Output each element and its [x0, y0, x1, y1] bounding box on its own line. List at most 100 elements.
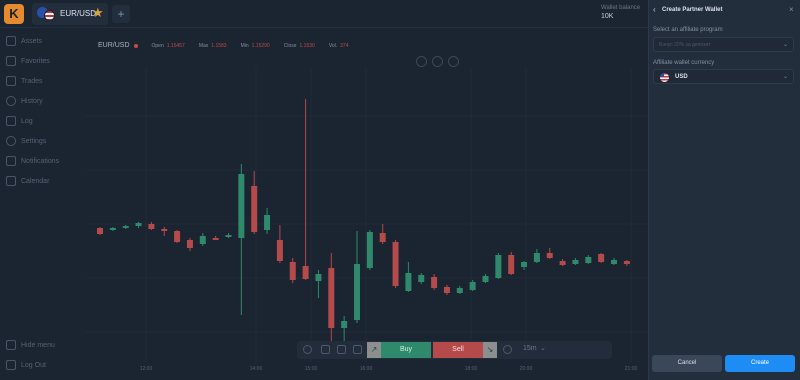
candle-body	[148, 224, 155, 229]
candle-body	[199, 236, 206, 244]
top-bar: K EUR/USD ★ + Wallet balance 10K	[0, 0, 648, 28]
star-icon[interactable]: ★	[92, 5, 104, 21]
candle-body	[508, 255, 515, 274]
sidebar-item-label: Calendar	[21, 177, 50, 185]
live-dot-icon	[133, 43, 138, 48]
affiliate-program-label: Select an affiliate program	[653, 27, 723, 33]
panel-title: Create Partner Wallet	[662, 7, 723, 13]
sidebar-item-label: Log	[21, 117, 33, 125]
candle-body	[611, 260, 617, 264]
buy-arrow-icon[interactable]: ↗	[367, 342, 381, 358]
sell-button[interactable]: Sell	[433, 342, 483, 358]
x-tick-label: 20:00	[520, 366, 533, 372]
chevron-down-icon: ⌄	[783, 42, 789, 48]
timeframe-select[interactable]: 15m	[523, 345, 537, 352]
sidebar-item-settings[interactable]: Settings	[6, 134, 82, 148]
candle-body	[418, 275, 425, 282]
candle-body	[186, 240, 193, 248]
candle-body	[379, 233, 386, 242]
sidebar: Assets Favorites Trades History Log Sett…	[0, 28, 86, 380]
candle-body	[264, 215, 271, 230]
cancel-button[interactable]: Cancel	[652, 355, 722, 372]
sell-arrow-icon[interactable]: ↘	[483, 342, 497, 358]
panel-header: ‹ Create Partner Wallet ×	[649, 0, 800, 20]
sidebar-item-history[interactable]: History	[6, 94, 82, 108]
calendar-icon	[6, 176, 16, 186]
candle-body	[225, 235, 232, 237]
candle-body	[276, 240, 283, 261]
candle-body	[289, 262, 296, 280]
candle-body	[598, 254, 605, 262]
zoom-reset-icon[interactable]	[432, 56, 443, 67]
candle-body	[97, 228, 103, 234]
chart-type-icon[interactable]	[353, 345, 362, 354]
chart-area[interactable]: 12:00 14:00 15:00 16:00 18:00 20:00 21:00 EUR/…	[86, 28, 648, 380]
draw-icon[interactable]	[337, 345, 346, 354]
create-button[interactable]: Create	[725, 355, 795, 372]
assets-icon	[6, 36, 16, 46]
settings-icon	[6, 136, 16, 146]
candle-body	[495, 255, 502, 278]
candle-body	[122, 226, 129, 228]
chart-pair-label: EUR/USD	[98, 42, 130, 49]
candlestick-chart[interactable]: 12:00 14:00 15:00 16:00 18:00 20:00 21:00	[86, 28, 648, 380]
sidebar-item-trades[interactable]: Trades	[6, 74, 82, 88]
candle-body	[521, 262, 528, 267]
max-value: 1.1583	[211, 42, 227, 49]
x-tick-label: 14:00	[250, 366, 263, 372]
candle-body	[392, 242, 399, 286]
close-key: Close	[283, 42, 297, 49]
sidebar-item-label: Favorites	[21, 57, 50, 65]
logo[interactable]: K	[4, 4, 24, 24]
open-value: 1.15457	[166, 42, 185, 49]
logout-button[interactable]: Log Out	[6, 358, 82, 372]
candle-body	[366, 232, 373, 268]
wallet-balance-value[interactable]: 10K	[601, 13, 613, 20]
vol-value: 374	[340, 42, 349, 49]
hide-menu-button[interactable]: Hide menu	[6, 338, 82, 352]
sidebar-item-notifications[interactable]: Notifications	[6, 154, 82, 168]
eur-usd-flag-icon	[37, 7, 55, 21]
candle-body	[135, 223, 142, 226]
buy-button[interactable]: Buy	[381, 342, 431, 358]
asset-tab-label: EUR/USD	[60, 9, 97, 18]
affiliate-program-select[interactable]: Бонус 20% за депозит ⌄	[653, 37, 794, 52]
x-tick-label: 21:00	[625, 366, 638, 372]
currency-value: USD	[675, 74, 688, 80]
chart-ohlc-header: EUR/USD Open 1.15457 Max 1.1583 Min 1.15…	[98, 42, 363, 49]
logout-label: Log Out	[21, 361, 46, 369]
currency-select[interactable]: USD ⌄	[653, 69, 794, 84]
candle-body	[623, 261, 630, 264]
add-tab-button[interactable]: +	[112, 5, 130, 23]
sidebar-item-assets[interactable]: Assets	[6, 34, 82, 48]
close-icon[interactable]: ×	[789, 5, 794, 14]
usd-flag-icon	[660, 73, 669, 82]
sidebar-item-favorites[interactable]: Favorites	[6, 54, 82, 68]
x-tick-label: 16:00	[360, 366, 373, 372]
candle-body	[533, 253, 540, 262]
x-tick-label: 18:00	[465, 366, 478, 372]
favorites-icon	[6, 56, 16, 66]
min-value: 1.15290	[251, 42, 270, 49]
sidebar-item-log[interactable]: Log	[6, 114, 82, 128]
indicators-icon[interactable]	[321, 345, 330, 354]
candle-body	[443, 287, 450, 293]
zoom-in-icon[interactable]	[448, 56, 459, 67]
open-key: Open	[151, 42, 164, 49]
sidebar-item-label: Assets	[21, 37, 43, 45]
crosshair-icon[interactable]	[303, 345, 312, 354]
chevron-down-icon[interactable]: ⌄	[540, 344, 546, 352]
sidebar-item-label: History	[21, 97, 43, 105]
back-icon[interactable]: ‹	[653, 5, 656, 14]
chevron-down-icon: ⌄	[783, 74, 789, 80]
sidebar-item-calendar[interactable]: Calendar	[6, 174, 82, 188]
zoom-out-icon[interactable]	[416, 56, 427, 67]
trade-toolbar: ↗ Buy Sell ↘ 15m ⌄	[297, 341, 612, 359]
timer-icon	[503, 345, 512, 354]
hide-menu-icon	[6, 340, 16, 350]
candle-body	[431, 277, 438, 288]
candle-body	[469, 282, 476, 290]
log-icon	[6, 116, 16, 126]
candle-body	[212, 238, 219, 240]
hide-menu-label: Hide menu	[21, 341, 55, 349]
